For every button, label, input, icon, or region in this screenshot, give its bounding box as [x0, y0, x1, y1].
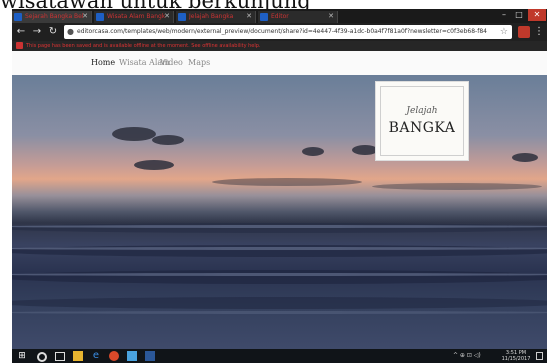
close-tab-icon[interactable]: ✕	[82, 12, 88, 21]
cloud	[134, 160, 174, 170]
window-controls: – □ ✕	[497, 9, 547, 21]
browser-tab-bar: Sejarah Bangka Belitung ✕ Wisata Alam Ba…	[12, 9, 547, 23]
logo-frame: Jelajah BANGKA	[380, 86, 464, 156]
info-bar: This page has been saved and is availabl…	[12, 41, 547, 51]
wave-foam	[12, 225, 547, 228]
minimize-button[interactable]: –	[497, 9, 511, 21]
favicon-icon	[260, 13, 268, 21]
maximize-button[interactable]: □	[512, 9, 526, 21]
browser-tab[interactable]: Editor ✕	[258, 11, 338, 23]
warning-icon	[16, 42, 23, 49]
favicon-icon	[96, 13, 104, 21]
file-explorer-icon[interactable]	[73, 351, 83, 361]
system-tray: ^ ⊕ ⊡ ◁) 3:51 PM 11/15/2017	[453, 349, 543, 363]
nav-maps[interactable]: Maps	[188, 58, 210, 68]
cloud	[302, 147, 324, 156]
wave-foam	[12, 247, 547, 250]
windows-start-icon[interactable]: ⊞	[17, 351, 27, 361]
cloud	[152, 135, 184, 145]
hero-image-sunset-sea: Jelajah BANGKA	[12, 75, 547, 349]
url-field[interactable]: ● editorcasa.com/templates/web/modern/ex…	[64, 25, 512, 39]
forward-icon[interactable]: →	[31, 26, 43, 38]
favicon-icon	[178, 13, 186, 21]
nav-home[interactable]: Home	[91, 58, 115, 68]
lock-icon: ●	[67, 27, 74, 36]
close-tab-icon[interactable]: ✕	[164, 12, 170, 21]
browser-tab[interactable]: Wisata Alam Bangka ✕	[94, 11, 174, 23]
nav-video[interactable]: Video	[160, 58, 183, 68]
close-tab-icon[interactable]: ✕	[246, 12, 252, 21]
windows-taskbar: ⊞ e ^ ⊕ ⊡ ◁) 3:51 PM 11/15/2017	[12, 349, 547, 363]
edge-icon[interactable]: e	[91, 351, 101, 361]
site-navigation: Home Wisata Alam Video Maps	[12, 51, 547, 76]
back-icon[interactable]: ←	[15, 26, 27, 38]
wave-foam	[12, 311, 547, 314]
reload-icon[interactable]: ↻	[47, 26, 59, 38]
cloud	[212, 178, 362, 186]
extension-icon[interactable]	[518, 26, 530, 38]
tab-title: Sejarah Bangka Belitung	[25, 13, 83, 20]
info-bar-text: This page has been saved and is availabl…	[26, 43, 261, 49]
browser-tab[interactable]: Jelajah Bangka ✕	[176, 11, 256, 23]
tab-title: Wisata Alam Bangka	[107, 13, 165, 20]
notification-icon[interactable]	[536, 352, 543, 360]
cloud	[372, 183, 542, 190]
word-icon[interactable]	[145, 351, 155, 361]
address-bar: ← → ↻ ● editorcasa.com/templates/web/mod…	[12, 23, 547, 41]
tab-title: Editor	[271, 13, 289, 20]
bookmark-star-icon[interactable]: ☆	[500, 26, 508, 38]
chrome-icon[interactable]	[109, 351, 119, 361]
cloud	[112, 127, 156, 141]
browser-menu-icon[interactable]: ⋮	[533, 26, 545, 38]
task-view-icon[interactable]	[55, 352, 65, 361]
tray-icons[interactable]: ^ ⊕ ⊡ ◁)	[453, 351, 481, 361]
favicon-icon	[14, 13, 22, 21]
search-icon[interactable]	[37, 352, 47, 362]
url-text: editorcasa.com/templates/web/modern/exte…	[77, 28, 487, 35]
close-window-button[interactable]: ✕	[528, 9, 546, 21]
logo-brand-text: BANGKA	[388, 120, 456, 136]
clock[interactable]: 3:51 PM 11/15/2017	[499, 350, 533, 362]
clock-date: 11/15/2017	[501, 356, 531, 362]
tab-title: Jelajah Bangka	[189, 13, 234, 20]
logo-card: Jelajah BANGKA	[375, 81, 469, 161]
wave-foam	[12, 273, 547, 276]
store-icon[interactable]	[127, 351, 137, 361]
wave	[12, 297, 547, 309]
browser-tab[interactable]: Sejarah Bangka Belitung ✕	[12, 11, 92, 23]
cloud	[512, 153, 538, 162]
close-tab-icon[interactable]: ✕	[328, 12, 334, 21]
logo-script-text: Jelajah	[406, 106, 438, 116]
